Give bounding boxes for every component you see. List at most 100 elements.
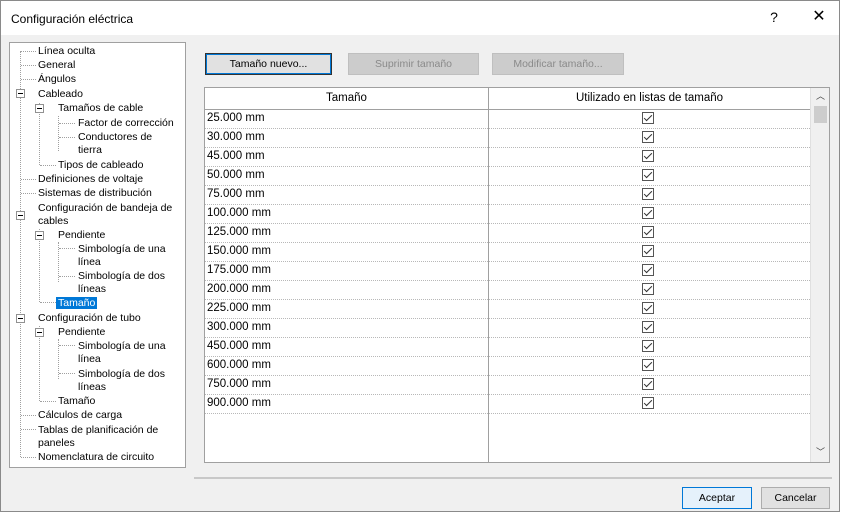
size-cell[interactable]: 50.000 mm — [207, 169, 265, 181]
table-row[interactable]: 175.000 mm — [205, 261, 810, 281]
size-cell[interactable]: 125.000 mm — [207, 226, 271, 238]
settings-tree[interactable]: Línea oculta General Ángulos Cableado Ta… — [9, 42, 186, 468]
table-row[interactable]: 75.000 mm — [205, 185, 810, 205]
used-in-size-lists-checkbox[interactable] — [642, 112, 654, 124]
table-row[interactable]: 225.000 mm — [205, 299, 810, 319]
used-in-size-lists-checkbox[interactable] — [642, 169, 654, 181]
table-row[interactable]: 50.000 mm — [205, 166, 810, 186]
size-cell[interactable]: 100.000 mm — [207, 207, 271, 219]
tree-item-panel-schedules[interactable]: Tablas de planificación de — [38, 424, 158, 436]
table-row[interactable]: 750.000 mm — [205, 375, 810, 395]
collapse-toggle-icon[interactable] — [35, 231, 44, 240]
tree-connector — [21, 51, 36, 52]
table-row[interactable]: 45.000 mm — [205, 147, 810, 167]
used-in-size-lists-checkbox[interactable] — [642, 340, 654, 352]
ok-button[interactable]: Aceptar — [682, 487, 752, 509]
used-in-size-lists-checkbox[interactable] — [642, 245, 654, 257]
tree-item-tray-single-line[interactable]: Simbología de una — [78, 243, 166, 255]
table-row[interactable]: 25.000 mm — [205, 109, 810, 129]
collapse-toggle-icon[interactable] — [35, 104, 44, 113]
size-cell[interactable]: 200.000 mm — [207, 283, 271, 295]
table-row[interactable]: 300.000 mm — [205, 318, 810, 338]
tree-item-cable-tray-settings-cont[interactable]: cables — [38, 215, 68, 227]
used-in-size-lists-checkbox[interactable] — [642, 188, 654, 200]
size-cell[interactable]: 175.000 mm — [207, 264, 271, 276]
scroll-down-icon[interactable]: ﹀ — [811, 444, 829, 461]
size-cell[interactable]: 300.000 mm — [207, 321, 271, 333]
table-row[interactable]: 600.000 mm — [205, 356, 810, 376]
used-in-size-lists-checkbox[interactable] — [642, 131, 654, 143]
tree-item-ground-conductors-cont[interactable]: tierra — [78, 144, 102, 156]
tree-item-wiring[interactable]: Cableado — [38, 88, 83, 100]
table-row[interactable]: 100.000 mm — [205, 204, 810, 224]
table-row[interactable]: 450.000 mm — [205, 337, 810, 357]
used-in-size-lists-checkbox[interactable] — [642, 150, 654, 162]
size-cell[interactable]: 750.000 mm — [207, 378, 271, 390]
table-row[interactable]: 200.000 mm — [205, 280, 810, 300]
tree-item-load-calculations[interactable]: Cálculos de carga — [38, 409, 122, 421]
tree-item-conduit-single-line-cont[interactable]: línea — [78, 353, 101, 365]
tree-item-hidden-line[interactable]: Línea oculta — [38, 45, 95, 57]
delete-size-button[interactable]: Suprimir tamaño — [348, 53, 479, 75]
tree-item-conduit-size[interactable]: Tamaño — [58, 395, 95, 407]
tree-item-conduit-settings[interactable]: Configuración de tubo — [38, 312, 141, 324]
size-cell[interactable]: 25.000 mm — [207, 112, 265, 124]
tree-item-wire-sizes[interactable]: Tamaños de cable — [58, 102, 143, 114]
used-in-size-lists-checkbox[interactable] — [642, 207, 654, 219]
help-button[interactable]: ? — [767, 9, 781, 25]
size-cell[interactable]: 75.000 mm — [207, 188, 265, 200]
used-in-size-lists-checkbox[interactable] — [642, 264, 654, 276]
new-size-button[interactable]: Tamaño nuevo... — [205, 53, 332, 75]
used-in-size-lists-checkbox[interactable] — [642, 226, 654, 238]
size-cell[interactable]: 450.000 mm — [207, 340, 271, 352]
tree-item-circuit-naming[interactable]: Nomenclatura de circuito — [38, 451, 154, 463]
column-header-used[interactable]: Utilizado en listas de tamaño — [489, 88, 810, 109]
column-header-size[interactable]: Tamaño — [205, 88, 488, 109]
size-cell[interactable]: 30.000 mm — [207, 131, 265, 143]
table-row[interactable]: 900.000 mm — [205, 394, 810, 414]
collapse-toggle-icon[interactable] — [16, 211, 25, 220]
close-button[interactable]: ✕ — [807, 6, 831, 26]
tree-item-tray-two-line[interactable]: Simbología de dos — [78, 270, 165, 282]
footer-separator — [194, 477, 832, 479]
used-in-size-lists-checkbox[interactable] — [642, 283, 654, 295]
used-in-size-lists-checkbox[interactable] — [642, 321, 654, 333]
size-cell[interactable]: 600.000 mm — [207, 359, 271, 371]
tree-item-ground-conductors[interactable]: Conductores de — [78, 131, 152, 143]
tree-item-cable-tray-settings[interactable]: Configuración de bandeja de — [38, 202, 172, 214]
used-in-size-lists-checkbox[interactable] — [642, 397, 654, 409]
table-row[interactable]: 125.000 mm — [205, 223, 810, 243]
cancel-button[interactable]: Cancelar — [761, 487, 830, 509]
tree-item-distribution-systems[interactable]: Sistemas de distribución — [38, 187, 152, 199]
tree-item-conduit-rise-drop[interactable]: Pendiente — [58, 326, 105, 338]
tree-item-correction-factor[interactable]: Factor de corrección — [78, 117, 174, 129]
collapse-toggle-icon[interactable] — [35, 328, 44, 337]
tree-item-conduit-single-line[interactable]: Simbología de una — [78, 340, 166, 352]
used-in-size-lists-checkbox[interactable] — [642, 378, 654, 390]
scroll-up-icon[interactable]: ︿ — [811, 88, 829, 105]
size-cell[interactable]: 900.000 mm — [207, 397, 271, 409]
vertical-scrollbar[interactable]: ︿ ﹀ — [810, 88, 829, 462]
scroll-thumb[interactable] — [814, 106, 827, 123]
used-in-size-lists-checkbox[interactable] — [642, 302, 654, 314]
tree-item-wiring-types[interactable]: Tipos de cableado — [58, 159, 143, 171]
tree-item-panel-schedules-cont[interactable]: paneles — [38, 437, 75, 449]
tree-item-tray-rise-drop[interactable]: Pendiente — [58, 229, 105, 241]
tree-item-conduit-two-line[interactable]: Simbología de dos — [78, 368, 165, 380]
tree-item-tray-two-line-cont[interactable]: líneas — [78, 283, 106, 295]
size-cell[interactable]: 45.000 mm — [207, 150, 265, 162]
size-cell[interactable]: 150.000 mm — [207, 245, 271, 257]
tree-item-general[interactable]: General — [38, 59, 75, 71]
collapse-toggle-icon[interactable] — [16, 89, 25, 98]
tree-item-tray-single-line-cont[interactable]: línea — [78, 256, 101, 268]
tree-item-angles[interactable]: Ángulos — [38, 73, 76, 85]
collapse-toggle-icon[interactable] — [16, 314, 25, 323]
tree-item-voltage-definitions[interactable]: Definiciones de voltaje — [38, 173, 143, 185]
tree-item-conduit-two-line-cont[interactable]: líneas — [78, 381, 106, 393]
table-row[interactable]: 150.000 mm — [205, 242, 810, 262]
used-in-size-lists-checkbox[interactable] — [642, 359, 654, 371]
modify-size-button[interactable]: Modificar tamaño... — [492, 53, 624, 75]
tree-item-tray-size-selected[interactable]: Tamaño — [56, 297, 98, 309]
size-cell[interactable]: 225.000 mm — [207, 302, 271, 314]
table-row[interactable]: 30.000 mm — [205, 128, 810, 148]
